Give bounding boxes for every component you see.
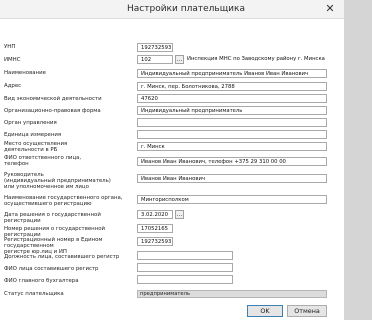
unp-label: УНП (4, 44, 16, 50)
imns-label: ИМНС (4, 57, 21, 63)
registration-number-label: Регистрационный номер в Едином государст… (4, 237, 103, 256)
address-field[interactable]: г. Минск, пер. Болотникова, 2788 (137, 82, 327, 91)
registration-body-label: Наименование государственного органа, ос… (4, 195, 123, 208)
chief-accountant-label: ФИО главного бухгалтера (4, 278, 79, 284)
location-label: Место осуществления деятельности в РБ (4, 141, 68, 154)
imns-field[interactable]: 102 (137, 55, 173, 64)
registration-date-picker-button[interactable]: ... (175, 210, 184, 219)
activity-type-field[interactable]: 47620 (137, 94, 327, 103)
compiler-position-label: Должность лица, составившего регистр (4, 254, 120, 260)
compiler-position-field[interactable] (137, 251, 233, 260)
activity-type-label: Вид экономической деятельности (4, 96, 102, 102)
registration-body-field[interactable]: Мингорисполком (137, 195, 327, 204)
payer-status-label: Статус плательщика (4, 291, 64, 297)
name-label: Наименование (4, 70, 46, 76)
compiler-name-field[interactable] (137, 263, 233, 272)
background-strip (344, 0, 372, 320)
name-field[interactable]: Индивидуальный предприниматель Иванов Ив… (137, 69, 327, 78)
unit-field[interactable] (137, 130, 327, 139)
management-body-field[interactable] (137, 118, 327, 127)
imns-browse-button[interactable]: ... (175, 55, 184, 64)
head-label: Руководитель (индивидуальный предпринима… (4, 172, 111, 191)
close-button[interactable]: ✕ (316, 0, 344, 18)
payer-status-select[interactable]: предприниматель (137, 290, 327, 298)
compiler-name-label: ФИО лица составившего регистр (4, 266, 99, 272)
management-body-label: Орган управления (4, 120, 57, 126)
registration-number-field[interactable]: 192732593 (137, 237, 173, 246)
payer-settings-window: Настройки плательщика ✕ УНП 192732593 ИМ… (0, 0, 372, 320)
location-field[interactable]: г. Минск (137, 142, 327, 151)
legal-form-label: Организационно-правовая форма (4, 108, 101, 114)
registration-decision-number-field[interactable]: 17052165 (137, 224, 173, 233)
ok-button[interactable]: OK (247, 305, 283, 317)
registration-date-label: Дата решения о государственной регистрац… (4, 212, 101, 225)
registration-date-field[interactable]: 3.02.2020 (137, 210, 173, 219)
unp-field[interactable]: 192732593 (137, 43, 173, 52)
chief-accountant-field[interactable] (137, 275, 233, 284)
responsible-person-field[interactable]: Иванов Иван Иванович, телефон +375 29 31… (137, 157, 327, 166)
unit-label: Единица измерения (4, 132, 62, 138)
address-label: Адрес (4, 83, 22, 89)
title-bar: Настройки плательщика ✕ (0, 0, 372, 19)
imns-inspection-name: Инспекция МНС по Заводскому району г. Ми… (187, 56, 325, 62)
head-field[interactable]: Иванов Иван Иванович (137, 174, 327, 183)
cancel-button[interactable]: Отмена (287, 305, 327, 317)
legal-form-field[interactable]: Индивидуальный предприниматель (137, 106, 327, 115)
responsible-person-label: ФИО ответственного лица, телефон (4, 155, 82, 168)
